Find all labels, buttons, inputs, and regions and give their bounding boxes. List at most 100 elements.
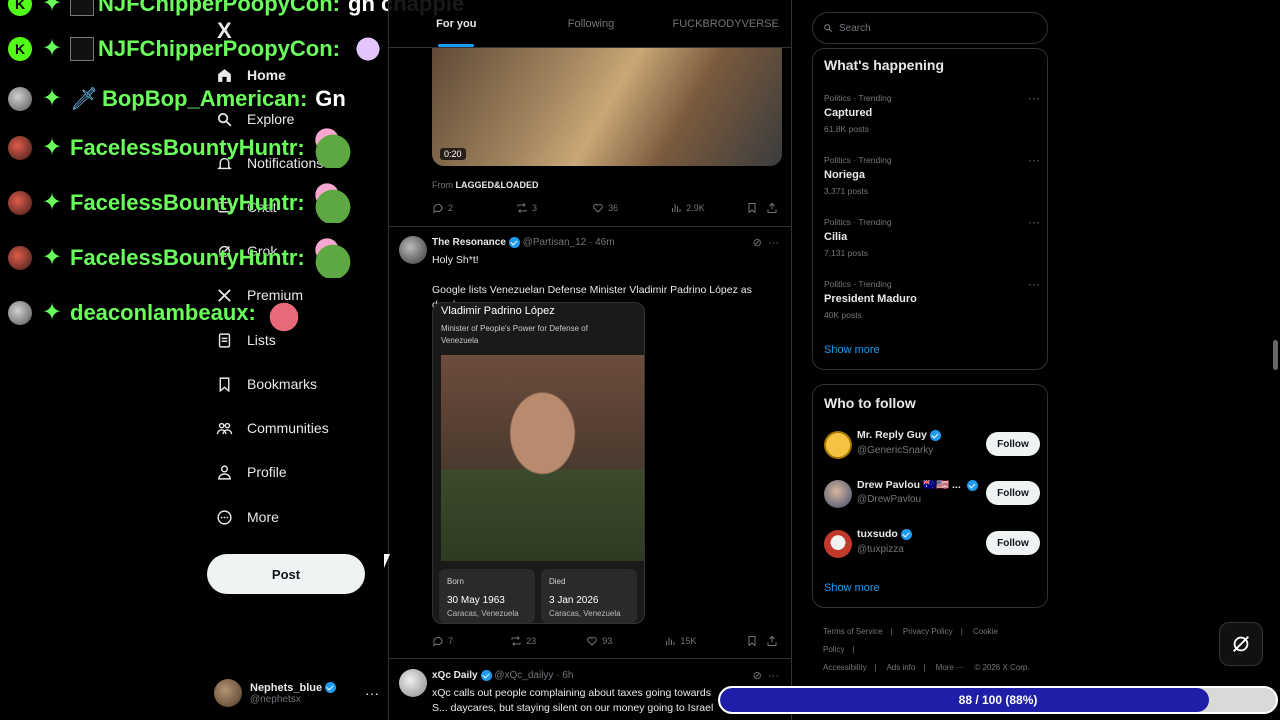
panel-title: Who to follow	[824, 395, 916, 411]
grok-icon[interactable]: ⊘	[753, 237, 762, 249]
tweet-header: xQc Daily @xQc_dailyy · 6h	[432, 670, 573, 681]
tab-custom-list[interactable]: FUCKBRODYVERSE	[658, 0, 791, 47]
card-role: Minister of People's Power for Defense o…	[441, 324, 588, 345]
nav-item-chat[interactable]: Chat	[215, 192, 277, 222]
footer-link[interactable]: More ···	[936, 663, 964, 672]
follow-suggestion[interactable]: tuxsudo @tuxpizza Follow	[824, 528, 1040, 564]
grok-floating-button[interactable]	[1219, 622, 1263, 666]
suggestion-handle: @DrewPavlou	[857, 494, 922, 505]
tweet-more-menu[interactable]: ⊘ ···	[753, 669, 779, 682]
follow-suggestion[interactable]: Mr. Reply Guy @GenericSnarky Follow	[824, 429, 1040, 465]
more-dots-icon[interactable]: ···	[1028, 91, 1040, 105]
share-button[interactable]	[766, 202, 782, 214]
footer-link[interactable]: Terms of Service	[823, 627, 883, 636]
trend-category: Politics · Trending	[824, 217, 892, 227]
search-input[interactable]: Search	[812, 12, 1048, 44]
nav-item-profile[interactable]: Profile	[215, 457, 287, 487]
tweet-author-handle[interactable]: @Partisan_12	[523, 237, 587, 248]
footer-separator: |	[923, 663, 926, 672]
trend-item[interactable]: Politics · Trending Captured 61.8K posts…	[824, 91, 1040, 134]
tweet-author-handle[interactable]: @xQc_dailyy	[494, 670, 553, 681]
follow-button[interactable]: Follow	[986, 531, 1040, 555]
died-date: 3 Jan 2026	[549, 595, 599, 606]
repost-count: 23	[526, 636, 537, 646]
bookmark-button[interactable]	[746, 202, 766, 214]
tweet-actions: 2 3 36 2.9K	[432, 200, 782, 216]
x-logo[interactable]: X	[217, 18, 232, 44]
tweet-time[interactable]: · 46m	[589, 237, 615, 248]
nav-item-label: Notifications	[247, 155, 324, 171]
follow-suggestion[interactable]: Drew Pavlou 🇦🇺🇺🇸 ... @DrewPavlou Follow	[824, 478, 1040, 514]
more-dots-icon[interactable]: ···	[1028, 215, 1040, 229]
repost-icon	[511, 636, 521, 646]
nav-item-explore[interactable]: Explore	[215, 104, 294, 134]
like-button[interactable]: 36	[592, 202, 670, 214]
more-dots-icon[interactable]: ···	[365, 685, 379, 701]
nav-item-bookmarks[interactable]: Bookmarks	[215, 369, 317, 399]
scrollbar-thumb[interactable]	[1273, 340, 1278, 370]
portrait-photo	[441, 355, 644, 561]
nav-item-communities[interactable]: Communities	[215, 413, 329, 443]
sparkle-badge-icon: ✦	[41, 189, 63, 216]
trend-item[interactable]: Politics · Trending President Maduro 40K…	[824, 277, 1040, 320]
reply-button[interactable]: 7	[432, 635, 510, 647]
tab-for-you[interactable]: For you	[389, 0, 524, 47]
verified-badge-icon	[930, 429, 942, 441]
repost-button[interactable]: 23	[510, 635, 586, 647]
avatar[interactable]	[399, 236, 427, 264]
views-button[interactable]: 2.9K	[670, 202, 746, 214]
nav-item-home[interactable]: Home	[215, 60, 286, 90]
died-place: Caracas, Venezuela	[549, 609, 621, 618]
more-dots-icon[interactable]: ···	[768, 670, 779, 682]
nav-item-grok[interactable]: Grok	[215, 236, 277, 266]
like-button[interactable]: 93	[586, 635, 664, 647]
panel-title: What's happening	[824, 57, 944, 73]
tweet-time[interactable]: · 6h	[556, 670, 573, 681]
grok-icon[interactable]: ⊘	[753, 670, 762, 682]
follow-button[interactable]: Follow	[986, 432, 1040, 456]
suggestion-name: tuxsudo	[857, 528, 898, 540]
repost-button[interactable]: 3	[516, 202, 592, 214]
video-source-link[interactable]: LAGGED&LOADED	[456, 180, 539, 190]
account-switcher[interactable]: Nephets_blue @nephetsx ···	[214, 676, 379, 710]
more-dots-icon[interactable]: ···	[768, 237, 779, 249]
more-dots-icon[interactable]: ···	[1028, 153, 1040, 167]
sparkle-badge-icon: ✦	[41, 244, 63, 271]
tweet-author-name[interactable]: The Resonance	[432, 237, 506, 248]
flag-icons: 🇦🇺🇺🇸 ...	[922, 479, 961, 491]
show-more-link[interactable]: Show more	[824, 344, 880, 356]
more-dots-icon[interactable]: ···	[1028, 277, 1040, 291]
divider	[389, 658, 791, 659]
footer-link[interactable]: Privacy Policy	[903, 627, 953, 636]
video-player[interactable]: 0:20	[432, 48, 782, 166]
heart-icon	[593, 203, 604, 213]
search-icon	[215, 110, 233, 128]
footer-link[interactable]: Ads info	[886, 663, 915, 672]
tweet-more-menu[interactable]: ⊘ ···	[753, 236, 779, 249]
footer-link[interactable]: Accessibility	[823, 663, 867, 672]
tab-following[interactable]: Following	[524, 0, 659, 47]
nav-item-notifications[interactable]: Notifications	[215, 148, 323, 178]
verified-badge-icon	[480, 670, 492, 681]
follow-button[interactable]: Follow	[986, 481, 1040, 505]
nav-item-lists[interactable]: Lists	[215, 325, 276, 355]
post-button[interactable]: Post	[207, 554, 365, 594]
nav-item-more[interactable]: More	[215, 502, 279, 532]
nav-item-label: Communities	[247, 420, 329, 436]
trend-item[interactable]: Politics · Trending Cilia 7,131 posts ··…	[824, 215, 1040, 258]
knowledge-card-image[interactable]: Vladimir Padrino López Minister of Peopl…	[432, 302, 645, 624]
sparkle-badge-icon: ✦	[41, 0, 63, 17]
trend-title: Cilia	[824, 231, 848, 243]
show-more-link[interactable]: Show more	[824, 582, 880, 594]
share-button[interactable]	[766, 635, 782, 647]
reply-button[interactable]: 2	[432, 202, 516, 214]
footer-links: Terms of Service | Privacy Policy | Cookie…	[823, 623, 1038, 677]
trend-item[interactable]: Politics · Trending Noriega 3,371 posts …	[824, 153, 1040, 196]
bookmark-button[interactable]	[746, 635, 766, 647]
avatar[interactable]	[399, 669, 427, 697]
views-button[interactable]: 15K	[664, 635, 746, 647]
avatar	[824, 480, 852, 508]
tweet-author-name[interactable]: xQc Daily	[432, 670, 478, 681]
nav-item-premium[interactable]: Premium	[215, 280, 303, 310]
copyright: © 2026 X Corp.	[974, 663, 1030, 672]
